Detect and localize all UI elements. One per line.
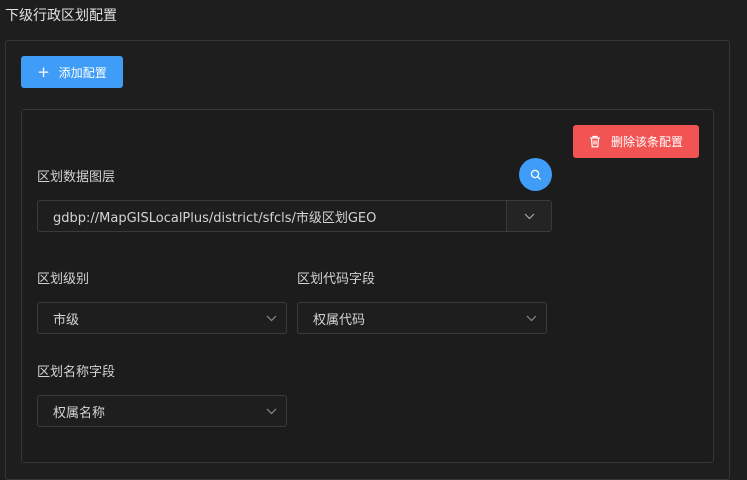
name-field-select[interactable]: 权属名称: [37, 395, 287, 427]
add-config-button[interactable]: + 添加配置: [21, 56, 123, 88]
code-field-select[interactable]: 权属代码: [297, 302, 547, 334]
layer-label: 区划数据图层: [37, 170, 116, 185]
search-icon: [530, 169, 541, 180]
level-select[interactable]: 市级: [37, 302, 287, 334]
layer-search-button[interactable]: [519, 158, 552, 191]
chevron-down-icon: [256, 408, 286, 415]
chevron-down-icon: [516, 315, 546, 322]
name-field-select-value: 权属名称: [53, 405, 106, 421]
code-field-select-value: 权属代码: [313, 312, 366, 328]
plus-icon: +: [37, 62, 50, 81]
code-field-label: 区划代码字段: [297, 272, 376, 287]
level-label: 区划级别: [37, 272, 90, 287]
layer-input[interactable]: [38, 201, 506, 231]
add-config-label: 添加配置: [58, 65, 107, 80]
trash-icon: [589, 135, 600, 148]
section-title: 下级行政区划配置: [5, 8, 117, 24]
delete-config-label: 删除该条配置: [610, 135, 683, 149]
name-field-label: 区划名称字段: [37, 365, 116, 380]
config-item-card: 删除该条配置 区划数据图层 区划级别 市级 区划代码字段: [21, 109, 714, 463]
level-select-value: 市级: [53, 312, 80, 328]
layer-combobox: [37, 200, 552, 232]
delete-config-button[interactable]: 删除该条配置: [573, 125, 699, 158]
chevron-down-icon: [256, 315, 286, 322]
config-panel: + 添加配置 删除该条配置 区划数据图层 gdbp://MapGISLocalP…: [5, 40, 730, 480]
chevron-down-icon: [524, 213, 534, 219]
layer-dropdown-button[interactable]: [506, 201, 551, 231]
